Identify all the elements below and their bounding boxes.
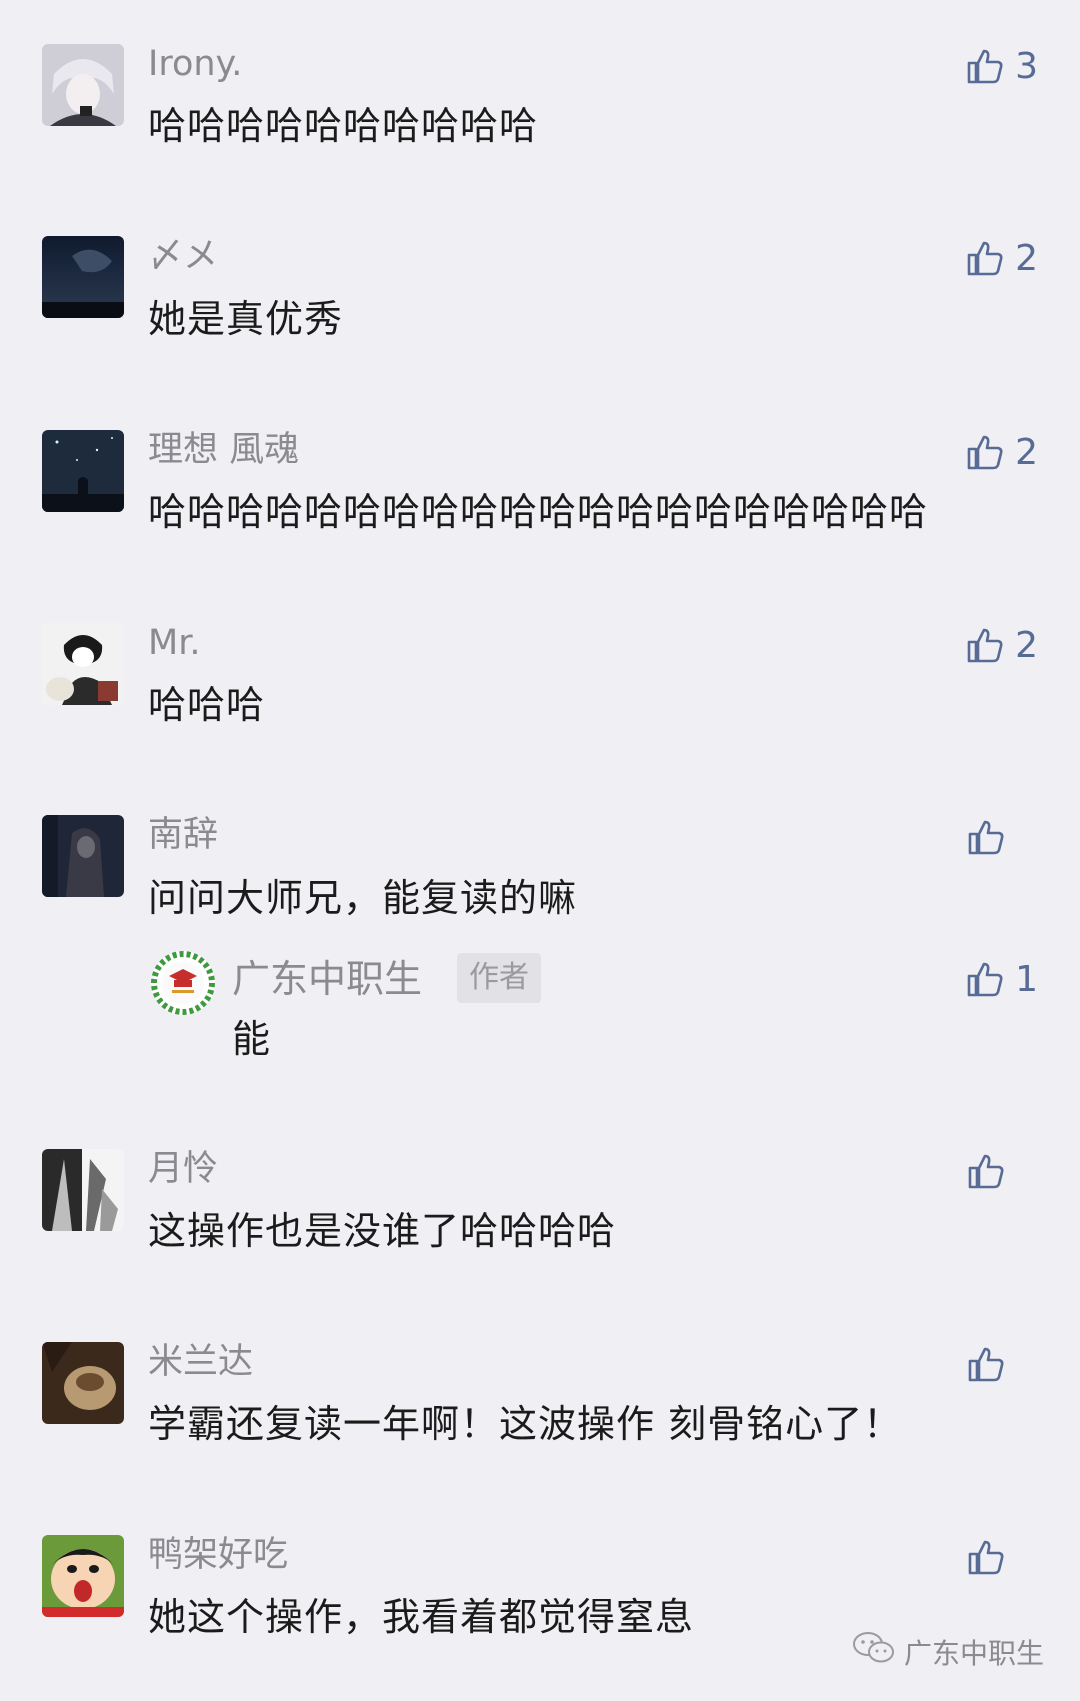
avatar[interactable] [42, 44, 124, 126]
reply-author[interactable]: 广东中职生 [232, 955, 422, 1003]
thumbs-up-icon [965, 432, 1005, 472]
comment-text: 学霸还复读一年啊！这波操作 刻骨铭心了！ [148, 1402, 903, 1446]
comment-text: 问问大师兄，能复读的嘛 [148, 876, 578, 920]
reply-avatar[interactable] [150, 950, 216, 1016]
thumbs-up-icon [965, 238, 1005, 278]
thumbs-up-icon [966, 817, 1006, 857]
like-count: 2 [1015, 237, 1038, 279]
like-button[interactable]: 2 [965, 234, 1038, 282]
thumbs-up-icon [966, 1151, 1006, 1191]
avatar[interactable] [42, 430, 124, 512]
like-button[interactable] [966, 1147, 1038, 1195]
like-count: 3 [1015, 45, 1038, 87]
comment-list: Irony. 哈哈哈哈哈哈哈哈哈哈 3 〆メ 她是真优秀 2 理想 風魂 哈哈哈… [0, 0, 1080, 1701]
comment-text: 她这个操作，我看着都觉得窒息 [148, 1595, 695, 1639]
like-button[interactable] [966, 1340, 1038, 1388]
thumbs-up-icon [966, 1344, 1006, 1384]
like-count: 2 [1015, 431, 1038, 473]
like-button[interactable]: 3 [965, 42, 1038, 90]
comment-text: 哈哈哈 [148, 683, 266, 727]
like-button[interactable]: 2 [965, 428, 1038, 476]
like-button[interactable] [966, 813, 1038, 861]
reply-like-button[interactable]: 1 [965, 955, 1038, 1003]
watermark-text: 广东中职生 [903, 1636, 1044, 1670]
avatar[interactable] [42, 236, 124, 318]
comment-author[interactable]: 〆メ [148, 234, 218, 278]
comment-author[interactable]: 鸭架好吃 [148, 1533, 288, 1577]
comment-text: 这操作也是没谁了哈哈哈哈 [148, 1209, 617, 1253]
comment-text: 哈哈哈哈哈哈哈哈哈哈 [148, 104, 539, 148]
like-button[interactable]: 2 [965, 621, 1038, 669]
reply-text: 能 [232, 1017, 271, 1061]
wechat-icon [852, 1630, 896, 1673]
avatar[interactable] [42, 815, 124, 897]
comment-author[interactable]: 月怜 [148, 1147, 218, 1191]
comment-author[interactable]: Irony. [148, 42, 242, 86]
comment-author[interactable]: 南辞 [148, 813, 218, 857]
avatar[interactable] [42, 1535, 124, 1617]
avatar[interactable] [42, 1342, 124, 1424]
comment-text: 她是真优秀 [148, 297, 344, 341]
thumbs-up-icon [965, 46, 1005, 86]
like-count: 2 [1015, 624, 1038, 666]
like-count: 1 [1015, 958, 1038, 1000]
thumbs-up-icon [965, 959, 1005, 999]
watermark: 广东中职生 [852, 1630, 1044, 1673]
comment-author[interactable]: 理想 風魂 [148, 428, 299, 472]
thumbs-up-icon [965, 625, 1005, 665]
comment-text: 哈哈哈哈哈哈哈哈哈哈哈哈哈哈哈哈哈哈哈哈 [148, 490, 929, 534]
avatar[interactable] [42, 1149, 124, 1231]
comment-author[interactable]: Mr. [148, 621, 201, 665]
author-badge: 作者 [457, 953, 541, 1003]
like-button[interactable] [966, 1533, 1038, 1581]
comment-author[interactable]: 米兰达 [148, 1340, 253, 1384]
avatar[interactable] [42, 623, 124, 705]
thumbs-up-icon [966, 1537, 1006, 1577]
